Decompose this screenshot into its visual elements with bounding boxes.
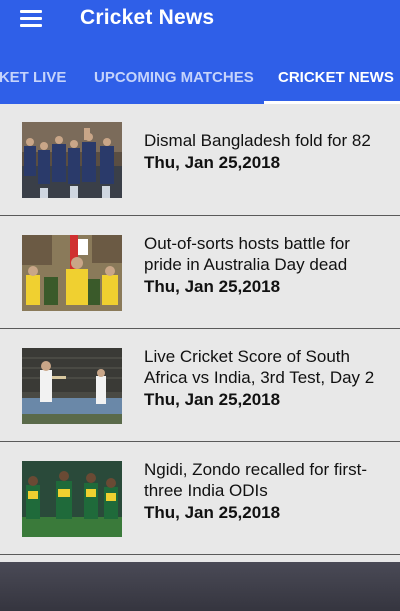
news-thumbnail xyxy=(22,348,122,424)
news-headline: Ngidi, Zondo recalled for first-three In… xyxy=(144,460,367,500)
tab-bar: CKET LIVE UPCOMING MATCHES CRICKET NEWS xyxy=(0,56,400,104)
news-card[interactable]: Ngidi, Zondo recalled for first-three In… xyxy=(0,443,400,555)
news-thumbnail xyxy=(22,461,122,537)
news-headline: Out-of-sorts hosts battle for pride in A… xyxy=(144,234,350,274)
news-headline: Live Cricket Score of South Africa vs In… xyxy=(144,347,375,387)
news-date: Thu, Jan 25,2018 xyxy=(144,153,281,172)
news-date: Thu, Jan 25,2018 xyxy=(144,503,281,522)
news-card[interactable]: Live Cricket Score of South Africa vs In… xyxy=(0,330,400,442)
bottom-bar xyxy=(0,562,400,611)
news-headline: Dismal Bangladesh fold for 82 xyxy=(144,131,371,150)
news-thumbnail xyxy=(22,235,122,311)
news-date: Thu, Jan 25,2018 xyxy=(144,277,281,296)
news-list: Dismal Bangladesh fold for 82 Thu, Jan 2… xyxy=(0,104,400,560)
tab-upcoming-matches[interactable]: UPCOMING MATCHES xyxy=(94,69,254,86)
hamburger-menu-icon[interactable] xyxy=(20,10,42,28)
app-title: Cricket News xyxy=(80,6,215,29)
news-thumbnail xyxy=(22,122,122,198)
app-bar: Cricket News CKET LIVE UPCOMING MATCHES … xyxy=(0,0,400,104)
tab-cricket-live[interactable]: CKET LIVE xyxy=(0,69,66,86)
news-card[interactable]: Dismal Bangladesh fold for 82 Thu, Jan 2… xyxy=(0,104,400,216)
tab-cricket-news[interactable]: CRICKET NEWS xyxy=(278,69,394,86)
news-card[interactable]: Out-of-sorts hosts battle for pride in A… xyxy=(0,217,400,329)
news-date: Thu, Jan 25,2018 xyxy=(144,390,281,409)
